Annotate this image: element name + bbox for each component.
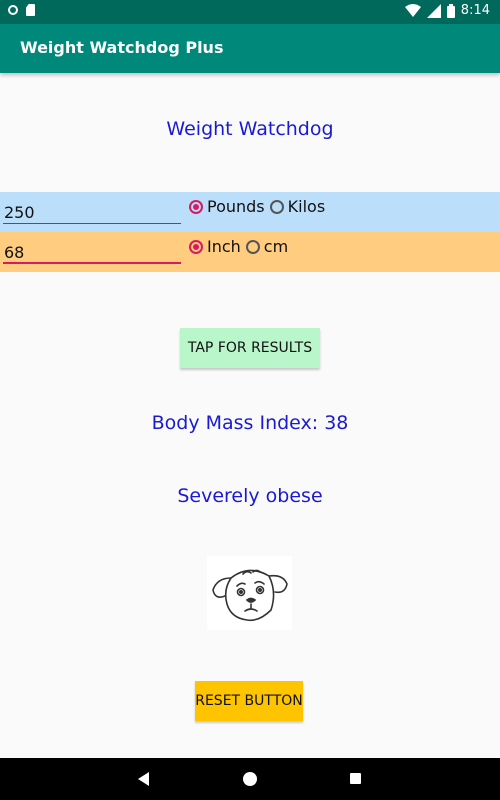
weight-row: 250 Pounds Kilos	[0, 192, 500, 232]
status-time: 8:14	[460, 3, 490, 18]
radio-inch[interactable]: Inch	[189, 237, 241, 256]
radio-unselected-icon	[245, 239, 260, 254]
radio-kilos-label: Kilos	[287, 197, 326, 216]
back-icon[interactable]	[138, 772, 149, 786]
radio-pounds[interactable]: Pounds	[189, 197, 265, 216]
sd-card-icon	[26, 4, 35, 16]
status-bar: 8:14	[0, 0, 500, 24]
bmi-category-text: Severely obese	[177, 485, 323, 507]
radio-unselected-icon	[269, 199, 284, 214]
app-bar: Weight Watchdog Plus	[0, 24, 500, 73]
app-title: Weight Watchdog Plus	[20, 38, 224, 57]
weight-unit-group: Pounds Kilos	[189, 197, 330, 216]
radio-cm-label: cm	[263, 237, 289, 256]
recent-apps-icon[interactable]	[350, 773, 361, 784]
height-unit-group: Inch cm	[189, 237, 293, 256]
weight-input[interactable]: 250	[3, 200, 181, 224]
height-row: 68 Inch cm	[0, 232, 500, 272]
radio-selected-icon	[189, 239, 203, 254]
page-heading: Weight Watchdog	[166, 118, 334, 140]
radio-kilos[interactable]: Kilos	[269, 197, 326, 216]
signal-icon	[426, 3, 441, 18]
radio-pounds-label: Pounds	[207, 197, 265, 216]
height-input[interactable]: 68	[3, 240, 181, 264]
navigation-bar	[0, 758, 500, 800]
battery-icon	[446, 3, 455, 18]
worried-dog-face-icon	[207, 556, 292, 630]
circle-icon	[8, 5, 18, 15]
reset-button[interactable]: RESET BUTTON	[195, 681, 303, 721]
radio-inch-label: Inch	[207, 237, 241, 256]
radio-cm[interactable]: cm	[245, 237, 289, 256]
radio-selected-icon	[189, 199, 203, 214]
wifi-icon	[404, 3, 421, 17]
bmi-result-text: Body Mass Index: 38	[151, 412, 349, 434]
tap-for-results-button[interactable]: TAP FOR RESULTS	[180, 328, 320, 368]
home-icon[interactable]	[243, 772, 257, 786]
